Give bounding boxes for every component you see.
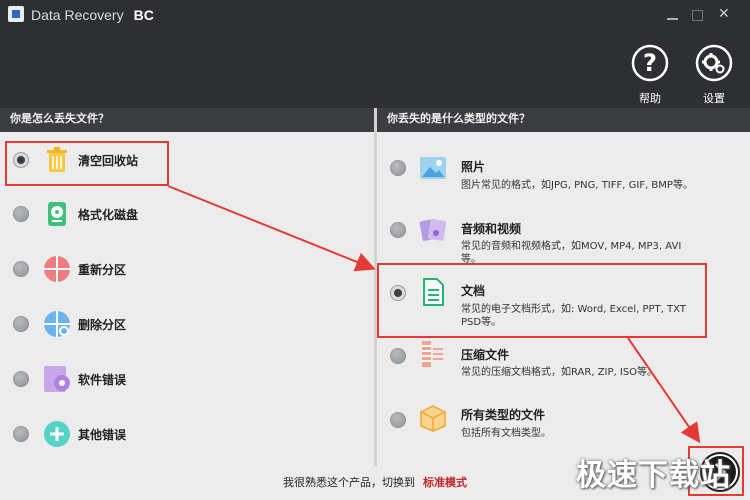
option-description: 图片常见的格式，如JPG, PNG, TIFF, GIF, BMP等。 (461, 180, 693, 191)
partition-icon (44, 256, 70, 282)
close-button[interactable]: ✕ (718, 7, 732, 21)
mode-switch-text: 我很熟悉这个产品，切换到 (283, 476, 415, 489)
photo-icon (420, 157, 446, 179)
svg-text:?: ? (643, 49, 657, 77)
app-edition: BC (133, 7, 154, 23)
radio-photo[interactable] (390, 160, 406, 176)
other-error-icon (44, 421, 70, 447)
all-files-icon (420, 405, 446, 432)
highlight-box-recycle-bin (5, 141, 169, 186)
option-label: 压缩文件 (461, 348, 510, 362)
radio-delete-partition[interactable] (13, 316, 29, 332)
title-bar: Data Recovery BC ✕ (0, 0, 750, 34)
option-label: 重新分区 (78, 263, 127, 277)
app-title-text: Data Recovery (31, 7, 124, 23)
option-label: 软件错误 (78, 373, 127, 387)
option-label: 照片 (461, 160, 486, 174)
right-section-heading: 你丢失的是什么类型的文件？ (377, 108, 750, 132)
radio-media[interactable] (390, 222, 406, 238)
gear-icon (695, 44, 733, 82)
toolbar: ? 帮助 设置 (0, 34, 750, 108)
option-label: 音频和视频 (461, 222, 522, 236)
settings-button[interactable]: 设置 (686, 44, 742, 106)
radio-format-disk[interactable] (13, 206, 29, 222)
option-label: 删除分区 (78, 318, 127, 332)
radio-software-error[interactable] (13, 371, 29, 387)
app-title: Data Recovery BC (31, 7, 154, 23)
disk-icon (48, 202, 66, 226)
watermark-logo: 极速下载站 (576, 458, 731, 493)
option-label: 其他错误 (78, 428, 127, 442)
help-label: 帮助 (639, 92, 661, 105)
archive-icon (422, 341, 443, 367)
option-label: 格式化磁盘 (78, 208, 139, 222)
help-icon: ? (631, 44, 669, 82)
arrow-to-document (167, 185, 376, 272)
standard-mode-link[interactable]: 标准模式 (423, 476, 467, 489)
highlight-box-document (377, 263, 707, 338)
media-icon (419, 219, 447, 241)
option-description: 包括所有文档类型。 (461, 428, 551, 439)
radio-all-files[interactable] (390, 412, 406, 428)
radio-other-error[interactable] (13, 426, 29, 442)
left-section-heading: 你是怎么丢失文件？ (0, 108, 374, 132)
radio-repartition[interactable] (13, 261, 29, 277)
minimize-button[interactable] (667, 9, 681, 23)
help-button[interactable]: ? 帮助 (622, 44, 678, 106)
app-logo-icon (8, 6, 24, 22)
delete-partition-icon (44, 311, 70, 337)
option-label: 所有类型的文件 (461, 408, 546, 422)
arrow-to-next (627, 337, 701, 444)
software-error-icon (44, 366, 70, 392)
settings-label: 设置 (703, 92, 725, 105)
option-description: 常见的压缩文档格式，如RAR, ZIP, ISO等。 (461, 367, 658, 378)
maximize-button[interactable] (692, 9, 706, 23)
radio-archive[interactable] (390, 348, 406, 364)
